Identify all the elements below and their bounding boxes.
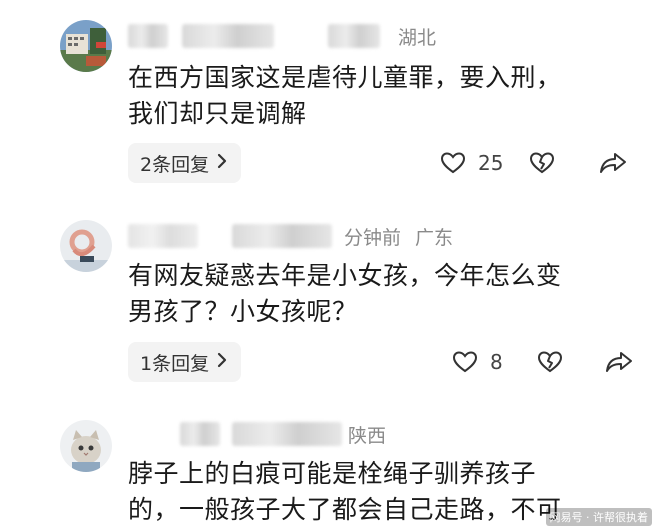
broken-heart-icon [537, 350, 563, 374]
heart-icon [452, 350, 478, 374]
like-count: 25 [478, 151, 504, 175]
dislike-button[interactable] [537, 350, 563, 374]
comment-meta: 陕西 [128, 420, 386, 448]
chevron-right-icon [217, 153, 227, 174]
avatar[interactable] [60, 220, 112, 272]
heart-icon [440, 151, 466, 175]
share-arrow-icon [605, 350, 633, 374]
like-button[interactable]: 25 [440, 151, 503, 175]
comment-meta: 湖北 [128, 22, 436, 50]
chevron-right-icon [217, 352, 227, 373]
like-count: 8 [490, 350, 503, 374]
avatar[interactable] [60, 20, 112, 72]
location-label: 陕西 [348, 424, 387, 447]
username-blurred[interactable] [128, 24, 168, 48]
avatar[interactable] [60, 420, 112, 472]
comment-meta: 分钟前 广东 [128, 222, 453, 250]
time-label: 分钟前 [344, 226, 402, 249]
comment-actions: 8 [452, 342, 633, 382]
location-label: 广东 [415, 226, 454, 249]
reply-count-button[interactable]: 1条回复 [128, 342, 242, 382]
username-blurred [232, 224, 332, 248]
share-button[interactable] [605, 350, 633, 374]
comment-text: 有网友疑惑去年是小女孩，今年怎么变 男孩了？小女孩呢？ [128, 261, 562, 326]
watermark-label: 网易号 · 许帮很执着 [545, 508, 652, 526]
share-arrow-icon [599, 151, 627, 175]
share-button[interactable] [599, 151, 627, 175]
comment-actions: 25 [440, 143, 627, 183]
username-blurred[interactable] [180, 422, 220, 446]
username-blurred[interactable] [128, 224, 198, 248]
reply-count-button[interactable]: 2条回复 [128, 143, 242, 183]
dislike-button[interactable] [529, 151, 555, 175]
username-blurred [182, 24, 274, 48]
like-button[interactable]: 8 [452, 350, 503, 374]
username-blurred [232, 422, 342, 446]
meta-blurred [328, 24, 380, 48]
broken-heart-icon [529, 151, 555, 175]
comment-text: 在西方国家这是虐待儿童罪，要入刑， 我们却只是调解 [128, 63, 562, 128]
location-label: 湖北 [398, 26, 437, 49]
